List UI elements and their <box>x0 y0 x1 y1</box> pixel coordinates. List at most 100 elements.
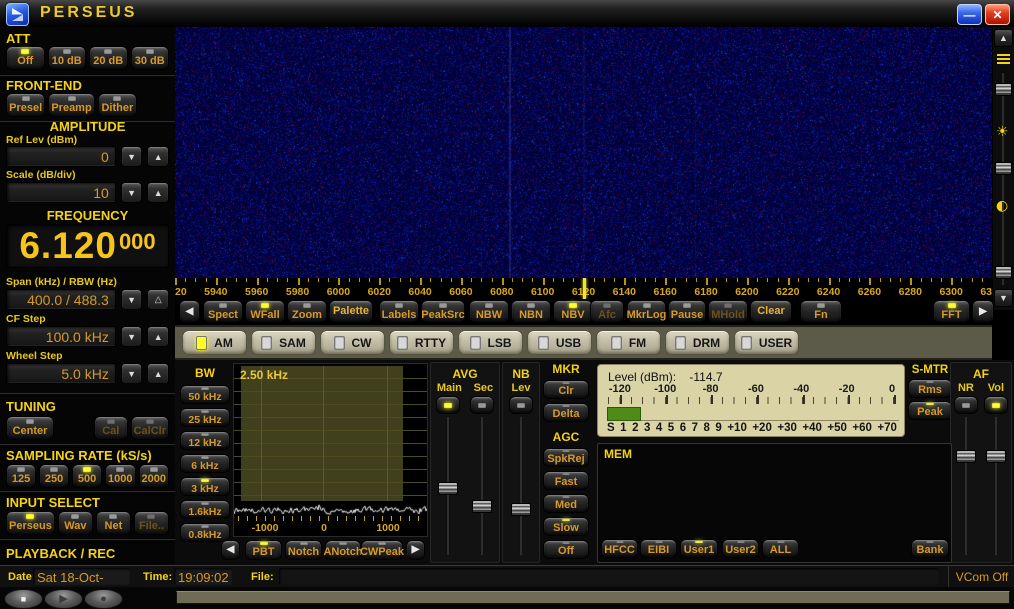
agc-med-button[interactable]: Med <box>543 494 589 513</box>
smtr-peak-button[interactable]: Peak <box>908 401 952 420</box>
agc-off-button[interactable]: Off <box>543 540 589 559</box>
play-button[interactable]: ▶ <box>44 589 83 609</box>
af-nr-slider-handle[interactable] <box>956 450 976 463</box>
slider-track[interactable] <box>480 417 484 555</box>
sampling-rate-1000-button[interactable]: 1000 <box>105 464 135 488</box>
sampling-rate-500-button[interactable]: 500 <box>72 464 102 488</box>
avg-sec-button[interactable]: Sec <box>470 396 494 414</box>
nb-lev-button[interactable]: Lev <box>509 396 533 414</box>
mkr-delta-button[interactable]: Delta <box>543 403 589 422</box>
toolbar-clear-button[interactable]: Clear <box>750 300 792 323</box>
waterfall-brightness-slider-handle[interactable] <box>995 162 1012 175</box>
af-nr-button[interactable]: NR <box>954 396 978 414</box>
mode-usb-button[interactable]: USB <box>527 330 592 355</box>
tuning-center-button[interactable]: Center <box>6 416 54 440</box>
input-select-wav-button[interactable]: Wav <box>58 511 93 535</box>
span-up-button[interactable]: △ <box>147 289 169 310</box>
ref-lev-down-button[interactable]: ▼ <box>121 146 143 167</box>
slider-track[interactable] <box>994 417 998 555</box>
mem-eibi-button[interactable]: EIBI <box>640 539 677 558</box>
sampling-rate-250-button[interactable]: 250 <box>39 464 69 488</box>
toolbar-mkrlog-button[interactable]: MkrLog <box>627 300 666 323</box>
af-vol-slider[interactable] <box>986 417 1006 555</box>
bw-50-khz-button[interactable]: 50 kHz <box>180 385 230 404</box>
waterfall-contrast-slider-handle[interactable] <box>995 83 1012 96</box>
sampling-rate-125-button[interactable]: 125 <box>6 464 36 488</box>
toolbar-pause-button[interactable]: Pause <box>668 300 706 323</box>
toolbar-nbn-button[interactable]: NBN <box>511 300 551 323</box>
pbt-notch-button[interactable]: Notch <box>285 540 322 560</box>
toolbar-nbw-button[interactable]: NBW <box>469 300 509 323</box>
mode-am-button[interactable]: AM <box>182 330 247 355</box>
scale-value[interactable]: 10 <box>6 182 116 203</box>
waterfall-slider-track[interactable] <box>1001 73 1005 285</box>
toolbar-fn-button[interactable]: Fn <box>800 300 842 323</box>
tuning-cal-button[interactable]: Cal <box>94 416 128 440</box>
bw-1-6khz-button[interactable]: 1.6kHz <box>180 500 230 519</box>
pbt-scroll-left-button[interactable]: ◀ <box>221 540 240 560</box>
filter-spectrum-display[interactable]: 2.50 kHz -1000 0 1000 <box>233 363 428 537</box>
wheel-step-value[interactable]: 5.0 kHz <box>6 363 116 384</box>
mode-lsb-button[interactable]: LSB <box>458 330 523 355</box>
att-off-button[interactable]: Off <box>6 46 45 70</box>
att-20-db-button[interactable]: 20 dB <box>89 46 128 70</box>
toolbar-zoom-button[interactable]: Zoom <box>287 300 327 323</box>
avg-main-button[interactable]: Main <box>436 396 460 414</box>
input-select-net-button[interactable]: Net <box>96 511 131 535</box>
tuning-calclr-button[interactable]: CalClr <box>131 416 169 440</box>
avg-sec-slider[interactable] <box>472 417 492 555</box>
toolbar-mhold-button[interactable]: MHold <box>708 300 748 323</box>
mem-hfcc-button[interactable]: HFCC <box>601 539 638 558</box>
af-vol-slider-handle[interactable] <box>986 450 1006 463</box>
mode-cw-button[interactable]: CW <box>320 330 385 355</box>
record-button[interactable]: ● <box>84 589 123 609</box>
slider-track[interactable] <box>964 417 968 555</box>
frequency-display[interactable]: 6.120 000 <box>6 224 169 268</box>
input-select-perseus-button[interactable]: Perseus <box>6 511 55 535</box>
toolbar-afc-button[interactable]: Afc <box>590 300 624 323</box>
avg-main-slider-handle[interactable] <box>438 482 458 495</box>
mem-user2-button[interactable]: User2 <box>722 539 759 558</box>
mode-drm-button[interactable]: DRM <box>665 330 730 355</box>
ref-lev-up-button[interactable]: ▲ <box>147 146 169 167</box>
span-down-button[interactable]: ▼ <box>121 289 143 310</box>
stop-button[interactable]: ■ <box>4 589 43 609</box>
avg-sec-slider-handle[interactable] <box>472 500 492 513</box>
mode-rtty-button[interactable]: RTTY <box>389 330 454 355</box>
waterfall-display[interactable] <box>175 27 992 278</box>
mkr-clr-button[interactable]: Clr <box>543 380 589 399</box>
file-position-bar[interactable] <box>176 591 1010 604</box>
scale-down-button[interactable]: ▼ <box>121 182 143 203</box>
cf-step-value[interactable]: 100.0 kHz <box>6 326 116 347</box>
pbt-pbt-button[interactable]: PBT <box>245 540 282 560</box>
pbt-scroll-right-button[interactable]: ▶ <box>406 540 425 560</box>
att-30-db-button[interactable]: 30 dB <box>131 46 170 70</box>
att-10-db-button[interactable]: 10 dB <box>48 46 87 70</box>
front-end-presel-button[interactable]: Presel <box>6 93 45 117</box>
front-end-dither-button[interactable]: Dither <box>98 93 137 117</box>
mode-user-button[interactable]: USER <box>734 330 799 355</box>
toolbar-peaksrc-button[interactable]: PeakSrc <box>421 300 465 323</box>
toolbar-nbv-button[interactable]: NBV <box>553 300 593 323</box>
toolbar-palette-button[interactable]: Palette <box>329 300 373 323</box>
bw-3-khz-button[interactable]: 3 kHz <box>180 477 230 496</box>
toolbar-spect-button[interactable]: Spect <box>203 300 243 323</box>
wheel-step-down-button[interactable]: ▼ <box>121 363 143 384</box>
front-end-preamp-button[interactable]: Preamp <box>48 93 94 117</box>
toolbar-scroll-right-button[interactable]: ▶ <box>972 300 994 323</box>
af-vol-button[interactable]: Vol <box>984 396 1008 414</box>
frequency-scale[interactable]: 5920594059605980600060206040606060806100… <box>175 278 992 299</box>
nb-lev-slider[interactable] <box>511 417 531 555</box>
scale-up-button[interactable]: ▲ <box>147 182 169 203</box>
agc-fast-button[interactable]: Fast <box>543 471 589 490</box>
toolbar-labels-button[interactable]: Labels <box>379 300 419 323</box>
ref-lev-value[interactable]: 0 <box>6 146 116 167</box>
bw-25-khz-button[interactable]: 25 kHz <box>180 408 230 427</box>
cf-step-up-button[interactable]: ▲ <box>147 326 169 347</box>
nb-lev-slider-handle[interactable] <box>511 503 531 516</box>
close-button[interactable]: ✕ <box>985 4 1010 25</box>
toolbar-wfall-button[interactable]: WFall <box>245 300 285 323</box>
input-select-file-button[interactable]: File.. <box>134 511 169 535</box>
avg-main-slider[interactable] <box>438 417 458 555</box>
bw-12-khz-button[interactable]: 12 kHz <box>180 431 230 450</box>
